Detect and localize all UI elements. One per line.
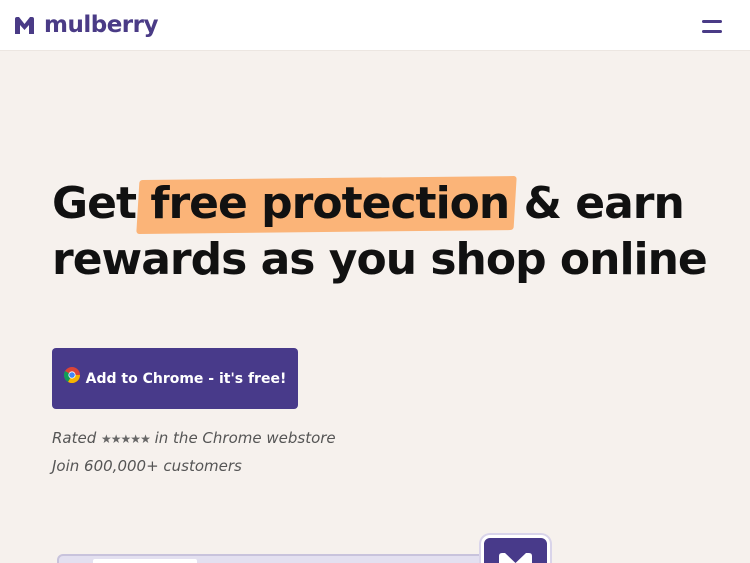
site-header: mulberry (0, 0, 750, 51)
hero-title-start: Get (52, 178, 137, 229)
preview-address-bar (93, 559, 197, 563)
brand-name: mulberry (44, 12, 158, 38)
hero-title-highlight: free protection (150, 176, 510, 232)
hamburger-menu-icon[interactable] (698, 15, 726, 37)
brand-logo[interactable]: mulberry (14, 12, 158, 38)
add-to-chrome-label: Add to Chrome - it's free! (85, 370, 287, 387)
browser-preview-image (57, 554, 487, 563)
add-to-chrome-button[interactable]: Add to Chrome - it's free! (52, 348, 298, 409)
hero-title-end: & earn (523, 178, 685, 229)
rating-stars: ★★★★★ (101, 432, 151, 446)
hero-title-line2: rewards as you shop online (52, 234, 708, 285)
rating-suffix: in the Chrome webstore (154, 429, 336, 447)
rating-text: Rated ★★★★★ in the Chrome webstore (52, 429, 336, 447)
mulberry-badge-icon (481, 535, 550, 563)
mulberry-logo-icon (15, 16, 34, 34)
chrome-icon (63, 367, 80, 383)
customers-text: Join 600,000+ customers (52, 457, 242, 475)
rating-prefix: Rated (52, 429, 97, 447)
hero-title: Get free protection & earn rewards as yo… (52, 176, 732, 288)
